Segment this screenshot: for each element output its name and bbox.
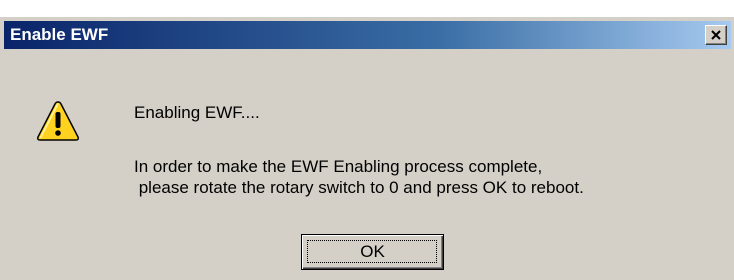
ok-button-label: OK: [360, 242, 385, 261]
title-bar[interactable]: Enable EWF: [4, 21, 731, 49]
ok-button[interactable]: OK: [301, 234, 444, 270]
warning-icon: [37, 101, 79, 141]
message-status: Enabling EWF....: [134, 103, 260, 122]
close-icon: [711, 30, 721, 40]
enable-ewf-dialog: Enable EWF Enabling EWF.... In order to …: [0, 17, 734, 280]
close-button[interactable]: [705, 25, 727, 45]
message-instruction-line2: please rotate the rotary switch to 0 and…: [134, 178, 584, 197]
dialog-title: Enable EWF: [10, 25, 109, 44]
message-instruction-line1: In order to make the EWF Enabling proces…: [134, 157, 543, 176]
